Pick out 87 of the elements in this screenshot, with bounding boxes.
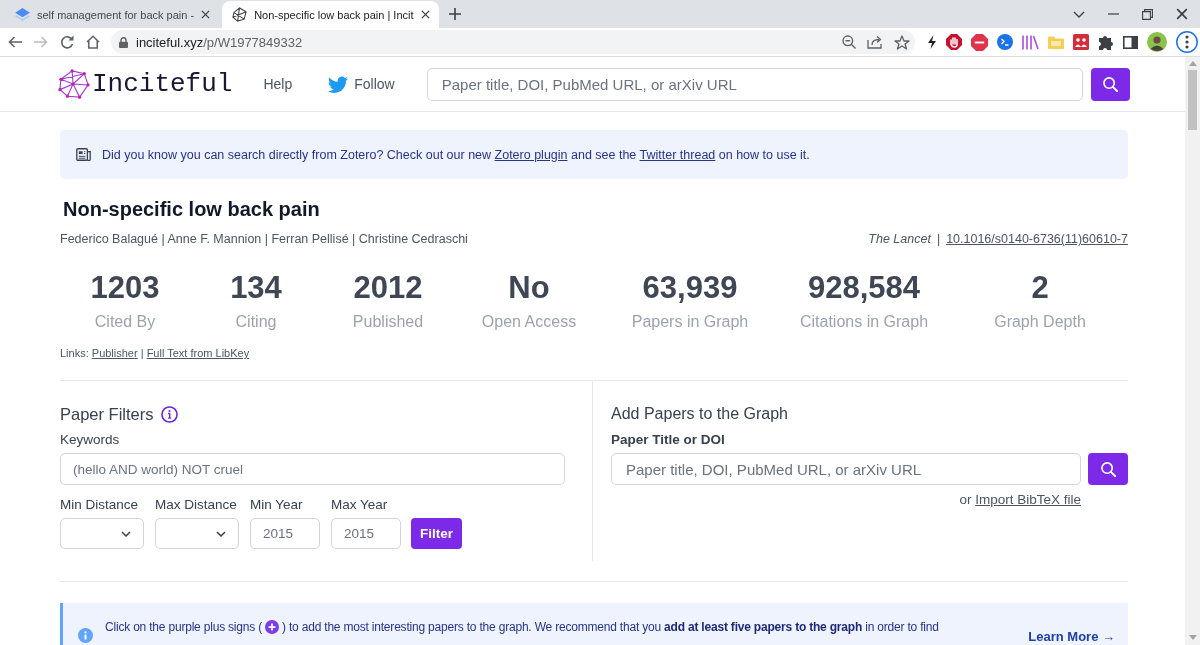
address-bar[interactable]: inciteful.xyz/p/W1977849332 (111, 30, 915, 54)
browser-tab[interactable]: Non-specific low back pain | Incit (222, 1, 439, 28)
import-link[interactable]: Import BibTeX file (975, 492, 1081, 507)
puzzle-icon[interactable] (1098, 34, 1114, 50)
field-label: Paper Title or DOI (611, 431, 726, 449)
avatar-icon[interactable] (1147, 32, 1167, 52)
plus-icon[interactable] (448, 8, 461, 20)
search-icon (1100, 461, 1116, 477)
filter-button[interactable]: Filter (411, 518, 462, 549)
zoom-icon[interactable] (842, 35, 856, 49)
field-label: Min Distance (60, 496, 140, 514)
star-icon[interactable] (894, 34, 910, 50)
menu-icon[interactable] (1176, 31, 1198, 53)
chevron-down-icon[interactable] (1073, 10, 1085, 18)
lock-icon[interactable] (119, 36, 128, 48)
plus-icon (265, 620, 279, 634)
search-button[interactable] (1088, 453, 1128, 485)
stat-value: No (507, 270, 551, 306)
document-icon (76, 148, 91, 161)
close-icon[interactable] (201, 10, 211, 19)
stat-label: Citations in Graph (798, 312, 930, 332)
field-label: Keywords (60, 431, 121, 449)
scrollbar-thumb[interactable] (1188, 70, 1197, 130)
logo-text[interactable]: Inciteful (92, 68, 233, 100)
stat-value: 134 (229, 270, 283, 306)
separator-text: | (936, 231, 941, 248)
source-link[interactable]: Publisher (91, 347, 138, 359)
year-field[interactable]: 2015 (331, 518, 401, 549)
close-icon[interactable] (420, 10, 430, 19)
stat-label: Cited By (93, 312, 157, 332)
import-text: or Import BibTeX file (958, 491, 1081, 509)
journal-name: The Lancet (868, 231, 931, 248)
doi-link[interactable]: 10.1016/s0140-6736(11)60610-7 (946, 230, 1128, 248)
author-list: Federico Balagué | Anne F. Mannion | Ferran Pellisé | Christine Cedraschi (60, 230, 468, 248)
info-icon[interactable] (160, 405, 178, 423)
back-icon[interactable] (8, 36, 22, 48)
share-icon[interactable] (867, 35, 883, 49)
home-icon[interactable] (86, 35, 100, 49)
logo-icon[interactable] (58, 69, 90, 99)
stat-label: Published (351, 312, 425, 332)
paper-title: Non-specific low back pain (63, 197, 321, 222)
stat-value: 2 (1030, 270, 1050, 306)
chevron-down-icon (121, 530, 131, 537)
inline-link[interactable]: Zotero plugin (494, 147, 568, 162)
stat-value: 2012 (352, 270, 424, 306)
people-icon[interactable] (1073, 34, 1089, 50)
section-title: Add Papers to the Graph (611, 404, 789, 424)
search-icon (1102, 76, 1118, 92)
field-label: Max Year (331, 496, 389, 514)
callout-text: Click on the purple plus signs ( ) to add the most interesting papers to the graph. We recommend that you add at least five papers to the graph in order to find (105, 619, 939, 635)
stat-label: Papers in Graph (630, 312, 750, 332)
bird-icon (328, 75, 349, 93)
stat-value: 928,584 (806, 270, 922, 306)
scrollbar[interactable] (1185, 57, 1200, 645)
books-icon[interactable] (1022, 34, 1039, 50)
notice-text: Did you know you can search directly from Zotero? Check out our new Zotero plugin and see the Twitter thread on how to use it. (102, 147, 810, 162)
learn-more-link[interactable]: Learn More → (1028, 629, 1115, 645)
field-label: Max Distance (155, 496, 238, 514)
stop-sign-icon[interactable] (971, 33, 988, 51)
follow-link[interactable]: Follow (328, 75, 395, 93)
section-title: Paper Filters (60, 404, 154, 425)
layers-icon (15, 8, 30, 21)
side-panel-icon[interactable] (1123, 35, 1138, 49)
inline-link[interactable]: Twitter thread (639, 147, 716, 162)
paper-search-field[interactable]: Paper title, DOI, PubMed URL, or arXiv URL (611, 453, 1081, 485)
stat-label: Open Access (480, 312, 578, 332)
year-field[interactable]: 2015 (250, 518, 320, 549)
stat-label: Graph Depth (993, 312, 1087, 332)
search-button[interactable] (1090, 67, 1130, 101)
stat-value: 1203 (89, 270, 161, 306)
reload-icon[interactable] (60, 35, 74, 49)
browser-tab[interactable]: self management for back pain - (5, 1, 220, 28)
search-field[interactable]: Paper title, DOI, PubMed URL, or arXiv URL (426, 67, 1083, 101)
keywords-field[interactable]: (hello AND world) NOT cruel (60, 453, 565, 485)
lightning-icon[interactable] (927, 35, 937, 49)
chevron-down-icon (216, 530, 226, 537)
stat-value: 63,939 (641, 270, 739, 306)
terminal-icon[interactable] (997, 34, 1013, 50)
stat-label: Citing (234, 312, 278, 332)
source-link[interactable]: Full Text from LibKey (146, 347, 250, 359)
help-link[interactable]: Help (263, 76, 293, 92)
hand-icon[interactable] (946, 34, 962, 50)
close-icon[interactable] (1176, 8, 1188, 20)
links-text: Links: Publisher | Full Text from LibKey (60, 346, 251, 360)
restore-icon[interactable] (1142, 8, 1153, 20)
network-icon (232, 7, 248, 22)
field-label: Min Year (250, 496, 304, 514)
